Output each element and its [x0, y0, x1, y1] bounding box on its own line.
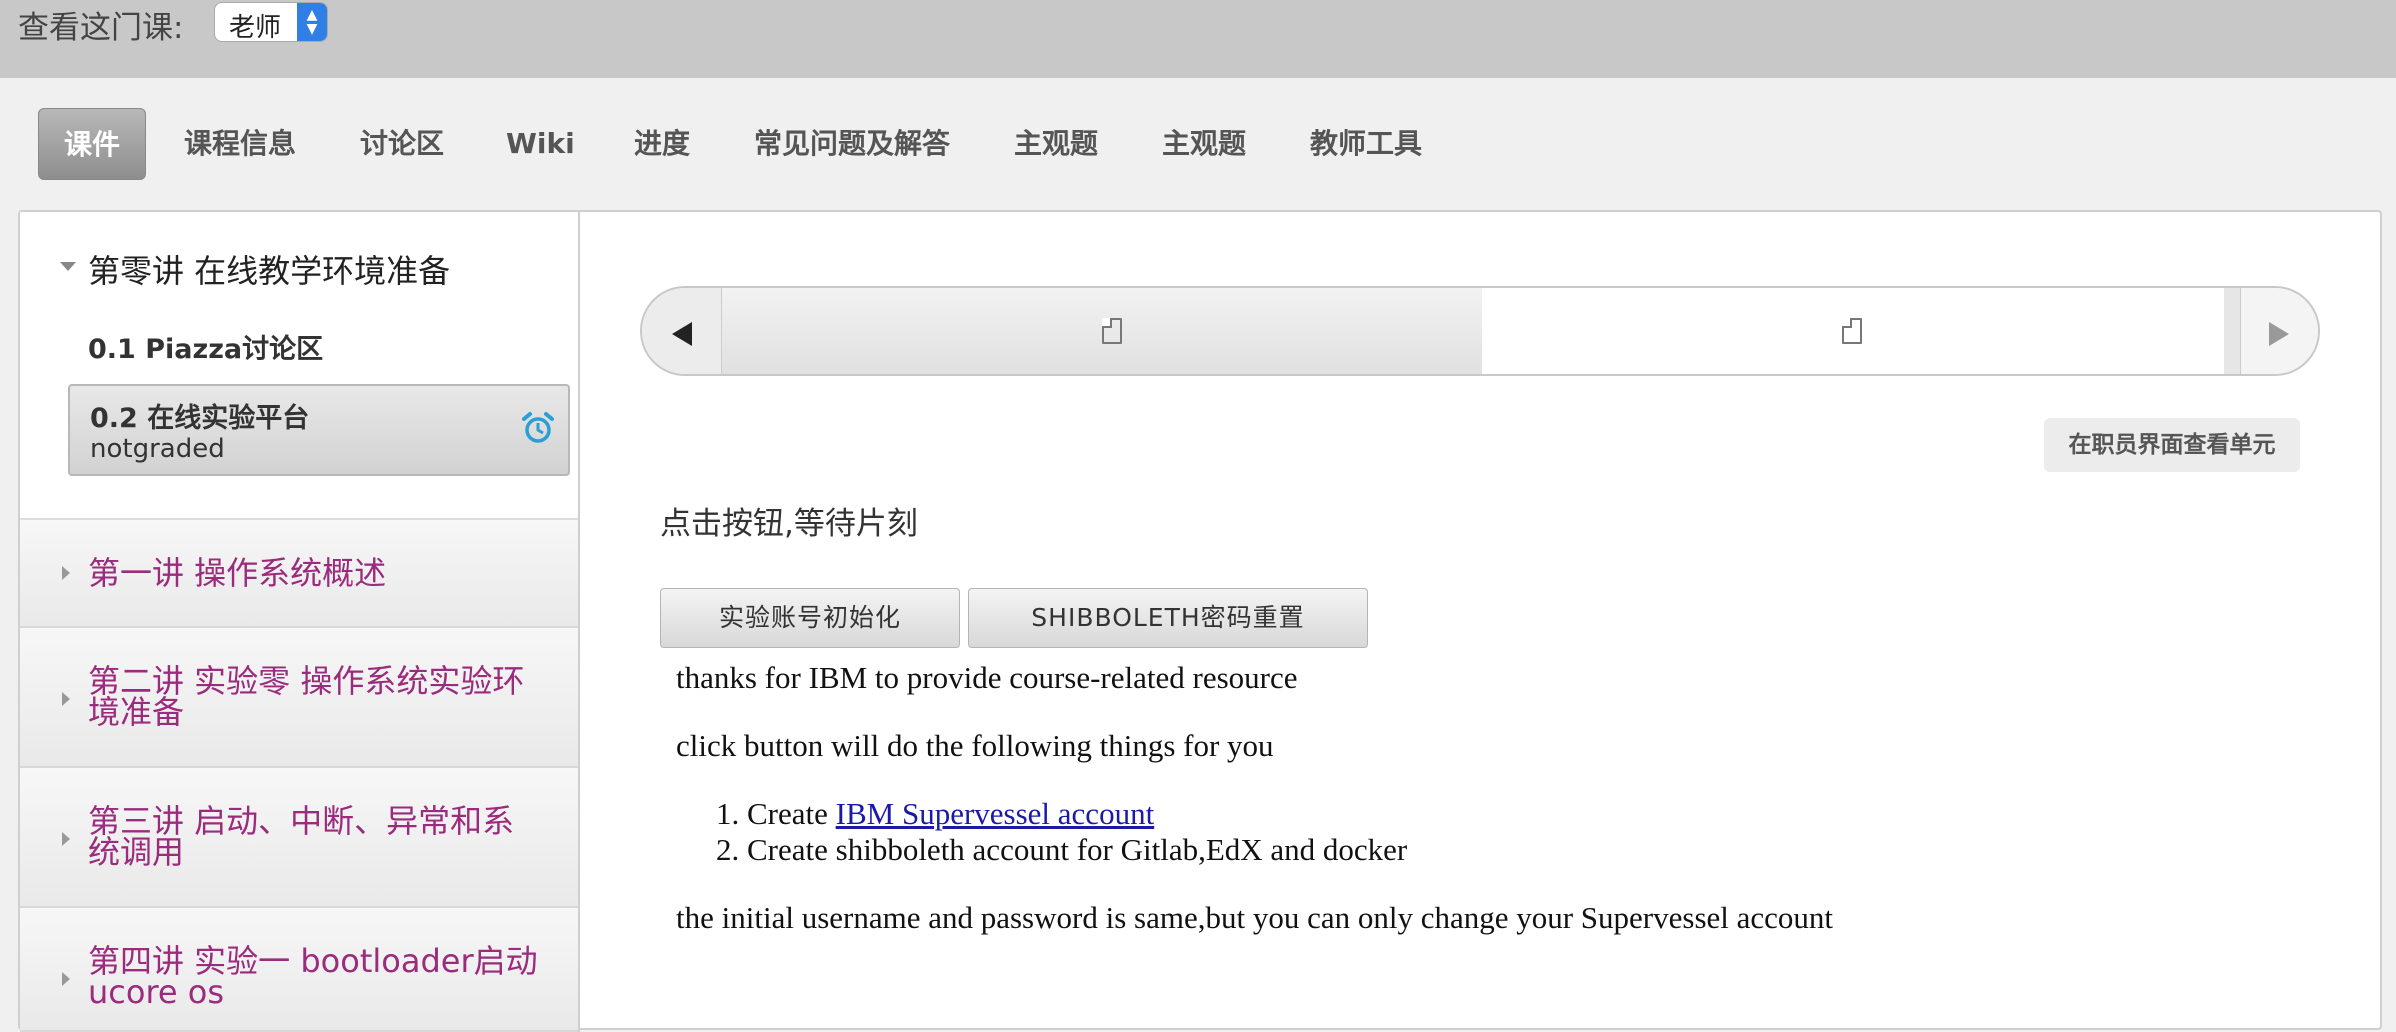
next-arrow-icon [2269, 322, 2289, 346]
chapter-4-title: 第四讲 实验一 bootloader启动 ucore os [88, 942, 538, 1011]
section-0-2-title: 0.2 在线实验平台 [90, 403, 310, 434]
collapsed-triangle-icon [62, 692, 70, 706]
collapsed-triangle-icon [62, 566, 70, 580]
section-0-2-grade-status: notgraded [90, 434, 225, 464]
alarm-clock-icon [522, 412, 554, 443]
chapter-1-title: 第一讲 操作系统概述 [88, 554, 387, 592]
tab-course-info[interactable]: 课程信息 [184, 108, 296, 180]
course-panel: 第零讲 在线教学环境准备 0.1 Piazza讨论区 0.2 在线实验平台 no… [18, 210, 2382, 1032]
tab-wiki[interactable]: Wiki [506, 108, 575, 180]
content-paragraph-2: click button will do the following thing… [676, 728, 1274, 763]
document-icon [1842, 318, 1862, 344]
tab-open-response-1[interactable]: 主观题 [1014, 108, 1098, 180]
view-course-as-label: 查看这门课: [18, 10, 184, 46]
sequence-nav [640, 286, 2320, 376]
list-number: 1. [716, 796, 740, 831]
chapter-1-link[interactable]: 第一讲 操作系统概述 [20, 520, 578, 628]
init-lab-account-button[interactable]: 实验账号初始化 [660, 588, 960, 648]
view-unit-in-studio-button[interactable]: 在职员界面查看单元 [2044, 418, 2300, 472]
chapter-2-title: 第二讲 实验零 操作系统实验环 境准备 [88, 662, 525, 731]
chapter-3-title: 第三讲 启动、中断、异常和系 统调用 [88, 802, 515, 871]
tab-progress[interactable]: 进度 [634, 108, 690, 180]
chapter-3-link[interactable]: 第三讲 启动、中断、异常和系 统调用 [20, 768, 578, 908]
section-0-1-link[interactable]: 0.1 Piazza讨论区 [88, 327, 323, 366]
tab-faq[interactable]: 常见问题及解答 [754, 108, 950, 180]
collapsed-triangle-icon [62, 972, 70, 986]
chapter-4-link[interactable]: 第四讲 实验一 bootloader启动 ucore os [20, 908, 578, 1032]
sequence-unit-1[interactable] [722, 288, 1482, 374]
view-as-role-select[interactable]: 老师 ▲ ▼ [214, 2, 328, 42]
role-select-value: 老师 [229, 13, 282, 42]
collapsed-triangle-icon [62, 832, 70, 846]
list-item-text: Create shibboleth account for Gitlab,EdX… [747, 832, 1408, 867]
tab-courseware[interactable]: 课件 [38, 108, 146, 180]
list-item: 2. Create shibboleth account for Gitlab,… [716, 832, 1407, 868]
prev-arrow-icon [672, 322, 692, 346]
courseware-sidebar: 第零讲 在线教学环境准备 0.1 Piazza讨论区 0.2 在线实验平台 no… [20, 212, 580, 1032]
instruction-text: 点击按钮,等待片刻 [660, 506, 918, 542]
section-0-2-active[interactable]: 0.2 在线实验平台 notgraded [68, 384, 570, 476]
top-bar: 查看这门课: 老师 ▲ ▼ [0, 0, 2396, 78]
sequence-unit-2-active[interactable] [1482, 288, 2224, 374]
list-item: 1. Create IBM Supervessel account [716, 796, 1154, 832]
course-tabs: 课件 课程信息 讨论区 Wiki 进度 常见问题及解答 主观题 主观题 教师工具 [0, 78, 2396, 210]
tab-discussion[interactable]: 讨论区 [360, 108, 444, 180]
content-paragraph-1: thanks for IBM to provide course-related… [676, 660, 1298, 695]
select-arrows-icon: ▲ ▼ [297, 3, 327, 41]
chapter-2-link[interactable]: 第二讲 实验零 操作系统实验环 境准备 [20, 628, 578, 768]
list-number: 2. [716, 832, 740, 867]
reset-shibboleth-password-button[interactable]: SHIBBOLETH密码重置 [968, 588, 1368, 648]
sequence-next-button[interactable] [2240, 288, 2318, 374]
ibm-supervessel-account-link[interactable]: IBM Supervessel account [836, 796, 1155, 831]
tab-open-response-2[interactable]: 主观题 [1162, 108, 1246, 180]
tab-instructor-tools[interactable]: 教师工具 [1310, 108, 1422, 180]
content-paragraph-3: the initial username and password is sam… [676, 900, 1834, 935]
list-item-text: Create [747, 796, 836, 831]
chapter-0-expanded: 第零讲 在线教学环境准备 0.1 Piazza讨论区 0.2 在线实验平台 no… [20, 212, 578, 520]
sequence-divider [2224, 288, 2240, 374]
expanded-triangle-icon [60, 262, 76, 271]
document-icon [1102, 318, 1122, 344]
chapter-0-title[interactable]: 第零讲 在线教学环境准备 [88, 246, 450, 292]
sequence-prev-button[interactable] [642, 288, 722, 374]
